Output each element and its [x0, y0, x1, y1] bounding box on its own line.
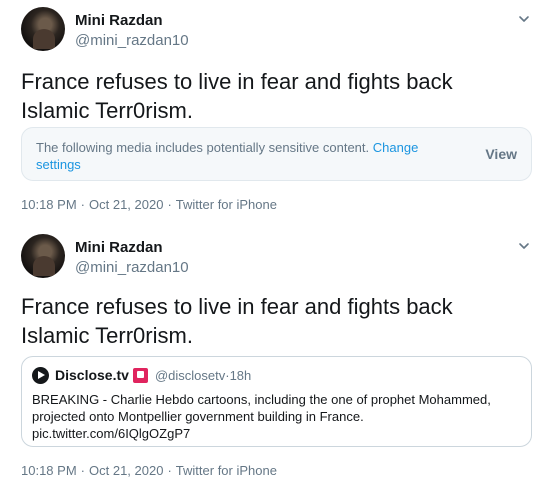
- view-media-button[interactable]: View: [485, 146, 517, 162]
- quoted-tweet-text: BREAKING - Charlie Hebdo cartoons, inclu…: [32, 392, 491, 441]
- quoted-author-handle: @disclosetv: [154, 367, 226, 383]
- tweet-text: France refuses to live in fear and fight…: [21, 69, 453, 123]
- tweet-time[interactable]: 10:18 PM: [21, 197, 77, 212]
- meta-separator: ·: [167, 197, 172, 212]
- quoted-tweet-age: 18h: [229, 367, 252, 383]
- sensitive-media-notice: The following media includes potentially…: [21, 127, 532, 181]
- tweet-meta: 10:18 PM · Oct 21, 2020 · Twitter for iPhone: [21, 463, 277, 478]
- avatar[interactable]: [21, 234, 65, 278]
- meta-separator: ·: [167, 463, 172, 478]
- sensitive-notice-message: The following media includes potentially…: [36, 140, 370, 155]
- author-name[interactable]: Mini Razdan: [75, 12, 163, 29]
- tweet-text: France refuses to live in fear and fight…: [21, 294, 453, 348]
- author-handle[interactable]: @mini_razdan10: [75, 259, 189, 276]
- avatar[interactable]: [21, 7, 65, 51]
- tweet-date[interactable]: Oct 21, 2020: [89, 463, 163, 478]
- quoted-tweet[interactable]: Disclose.tv @disclosetv · 18h BREAKING -…: [21, 356, 532, 447]
- chevron-down-icon[interactable]: [517, 239, 531, 253]
- tweet-source: Twitter for iPhone: [175, 463, 277, 478]
- tweet-meta: 10:18 PM · Oct 21, 2020 · Twitter for iPhone: [21, 197, 277, 212]
- tweet[interactable]: Mini Razdan @mini_razdan10 France refuse…: [0, 222, 541, 492]
- siren-badge-icon: [132, 367, 148, 383]
- chevron-down-icon[interactable]: [517, 12, 531, 26]
- quoted-tweet-header: Disclose.tv @disclosetv · 18h: [32, 366, 251, 384]
- tweet-time[interactable]: 10:18 PM: [21, 463, 77, 478]
- tweet[interactable]: Mini Razdan @mini_razdan10 France refuse…: [0, 0, 541, 222]
- quoted-author-name: Disclose.tv: [55, 367, 129, 383]
- tweet-source: Twitter for iPhone: [175, 197, 277, 212]
- tweet-date[interactable]: Oct 21, 2020: [89, 197, 163, 212]
- disclose-logo-icon: [32, 366, 49, 384]
- meta-separator: ·: [80, 463, 85, 478]
- meta-separator: ·: [80, 197, 85, 212]
- author-handle[interactable]: @mini_razdan10: [75, 32, 189, 49]
- author-name[interactable]: Mini Razdan: [75, 239, 163, 256]
- sensitive-notice-text: The following media includes potentially…: [36, 139, 456, 173]
